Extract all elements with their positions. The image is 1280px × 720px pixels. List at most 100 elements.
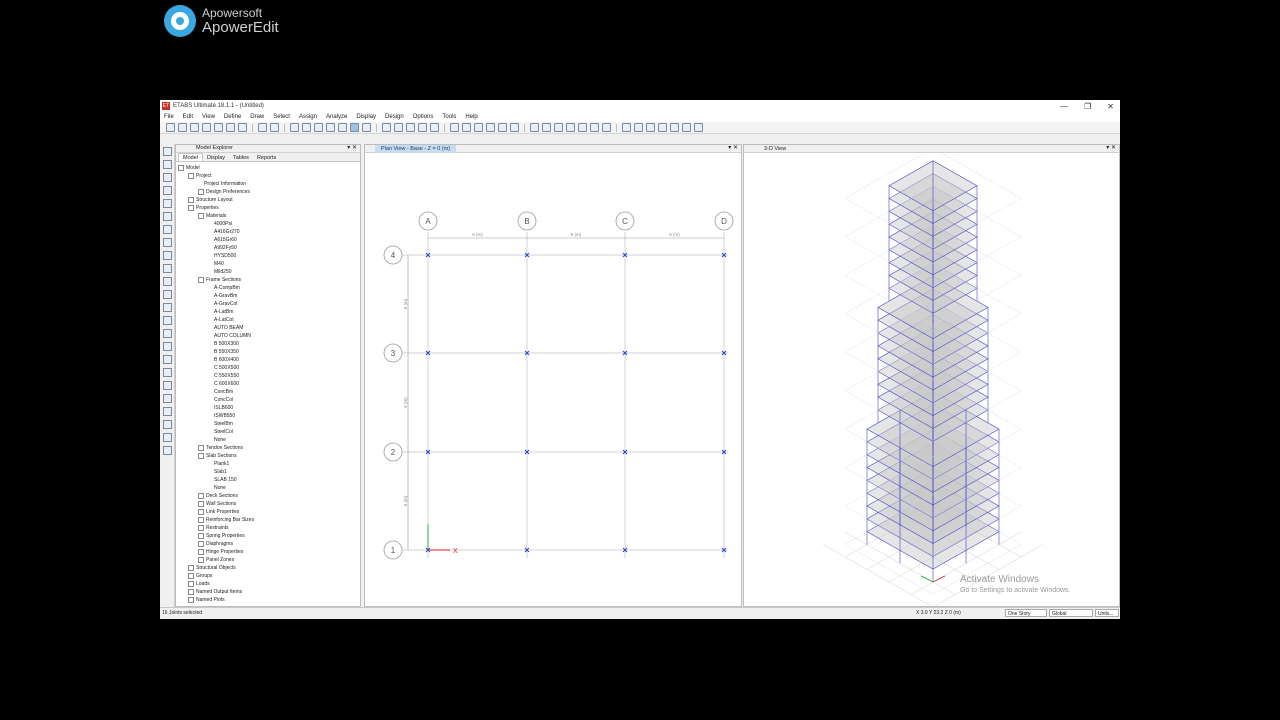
tree-item[interactable]: A416Gr270 [178, 228, 360, 236]
tree-item[interactable]: None [178, 484, 360, 492]
tree-item[interactable]: A-GravBm [178, 292, 360, 300]
tree-item[interactable]: Project Information [178, 180, 360, 188]
expand-toggle-icon[interactable] [188, 204, 194, 211]
tree-item[interactable]: AUTO COLUMN [178, 332, 360, 340]
new-model-icon[interactable] [166, 123, 175, 132]
snap-end-icon[interactable] [162, 446, 172, 455]
tree-item[interactable]: Design Preferences [178, 188, 360, 196]
menu-display[interactable]: Display [356, 114, 376, 120]
reactions-icon[interactable] [566, 123, 575, 132]
tree-item[interactable]: C 550X550 [178, 372, 360, 380]
snap-points-icon[interactable] [162, 381, 172, 390]
beam-icon[interactable] [646, 123, 655, 132]
tree-item[interactable]: Groups [178, 572, 360, 580]
frame-forces-icon[interactable] [530, 123, 539, 132]
expand-toggle-icon[interactable] [198, 524, 204, 531]
tree-item[interactable]: Diaphragms [178, 540, 360, 548]
tree-item[interactable]: ConcBm [178, 388, 360, 396]
expand-toggle-icon[interactable] [188, 588, 194, 595]
snap-icon[interactable] [162, 355, 172, 364]
3d-panel-controls[interactable]: ▾ ✕ [1106, 145, 1116, 152]
menu-edit[interactable]: Edit [183, 114, 193, 120]
tree-item[interactable]: SteelCol [178, 428, 360, 436]
tree-item[interactable]: Restraints [178, 524, 360, 532]
expand-toggle-icon[interactable] [198, 532, 204, 539]
display-dropdown-icon[interactable] [498, 123, 507, 132]
set-display-options-icon[interactable] [486, 123, 495, 132]
restore-button[interactable]: ❐ [1084, 102, 1091, 111]
column-icon[interactable] [658, 123, 667, 132]
highlight-icon[interactable] [682, 123, 691, 132]
edit-pencil-icon[interactable] [258, 123, 267, 132]
menu-define[interactable]: Define [224, 114, 241, 120]
close-button[interactable]: ✕ [1107, 102, 1114, 111]
story-dropdown[interactable]: One Story [1005, 609, 1047, 617]
expand-toggle-icon[interactable] [198, 556, 204, 563]
tree-item[interactable]: Plank1 [178, 460, 360, 468]
expand-toggle-icon[interactable] [198, 452, 204, 459]
plan-panel-controls[interactable]: ▾ ✕ [728, 145, 738, 152]
draw-link-icon[interactable] [162, 264, 172, 273]
tree-item[interactable]: Link Properties [178, 508, 360, 516]
tree-item[interactable]: ConcCol [178, 396, 360, 404]
draw-floor-icon[interactable] [162, 225, 172, 234]
tree-item[interactable]: Deck Sections [178, 492, 360, 500]
tree-item[interactable]: Tendon Sections [178, 444, 360, 452]
expand-toggle-icon[interactable] [198, 516, 204, 523]
snap-middle-icon[interactable] [162, 433, 172, 442]
expand-toggle-icon[interactable] [198, 188, 204, 195]
plan-view-icon[interactable] [394, 123, 403, 132]
tree-item[interactable]: 4000Psi [178, 220, 360, 228]
draw-null-icon[interactable] [162, 342, 172, 351]
menu-assign[interactable]: Assign [299, 114, 317, 120]
undo-icon[interactable] [202, 123, 211, 132]
tree-item[interactable]: AUTO BEAM [178, 324, 360, 332]
show-undeformed-icon[interactable] [510, 123, 519, 132]
panel-controls[interactable]: ▾ ✕ [347, 145, 357, 152]
expand-toggle-icon[interactable] [198, 540, 204, 547]
draw-dimension-icon[interactable] [162, 290, 172, 299]
deformed-shape-icon[interactable] [554, 123, 563, 132]
draw-column-icon[interactable] [162, 199, 172, 208]
draw-beam-icon[interactable] [162, 186, 172, 195]
expand-toggle-icon[interactable] [188, 580, 194, 587]
tree-item[interactable]: Materials [178, 212, 360, 220]
snap-lines-icon[interactable] [162, 394, 172, 403]
tree-item[interactable]: B 550X350 [178, 348, 360, 356]
run-analysis-icon[interactable] [270, 123, 279, 132]
zoom-previous-icon[interactable] [338, 123, 347, 132]
menu-design[interactable]: Design [385, 114, 404, 120]
tree-item[interactable]: Named Plots [178, 596, 360, 604]
tree-item[interactable]: M40 [178, 260, 360, 268]
text-tool-icon[interactable] [578, 123, 587, 132]
tree-item[interactable]: C 500X500 [178, 364, 360, 372]
tree-item[interactable]: SteelBm [178, 420, 360, 428]
menu-help[interactable]: Help [465, 114, 477, 120]
dimensions-icon[interactable] [670, 123, 679, 132]
tree-item[interactable]: Frame Sections [178, 276, 360, 284]
tree-item[interactable]: Hinge Properties [178, 548, 360, 556]
tree-item[interactable]: Panel Zones [178, 556, 360, 564]
snap-perpendicular-icon[interactable] [162, 407, 172, 416]
tree-item[interactable]: Slab1 [178, 468, 360, 476]
view-3d-icon[interactable] [382, 123, 391, 132]
tree-item[interactable]: B 600X400 [178, 356, 360, 364]
text-font-icon[interactable] [634, 123, 643, 132]
menu-options[interactable]: Options [413, 114, 434, 120]
reshape-icon[interactable] [162, 160, 172, 169]
snap-intersection-icon[interactable] [162, 420, 172, 429]
tree-item[interactable]: A-GravCol [178, 300, 360, 308]
tree-item[interactable]: ISWB550 [178, 412, 360, 420]
expand-toggle-icon[interactable] [198, 492, 204, 499]
menu-select[interactable]: Select [273, 114, 290, 120]
draw-wall-icon[interactable] [162, 238, 172, 247]
refresh-icon[interactable] [226, 123, 235, 132]
story-down-icon[interactable] [462, 123, 471, 132]
shell-forces-icon[interactable] [542, 123, 551, 132]
zoom-extents-icon[interactable] [326, 123, 335, 132]
tree-item[interactable]: Structure Layout [178, 196, 360, 204]
expand-toggle-icon[interactable] [178, 164, 184, 171]
draw-brace-icon[interactable] [162, 212, 172, 221]
tree-item[interactable]: HYSD500 [178, 252, 360, 260]
units-button[interactable]: Units... [1095, 609, 1119, 617]
